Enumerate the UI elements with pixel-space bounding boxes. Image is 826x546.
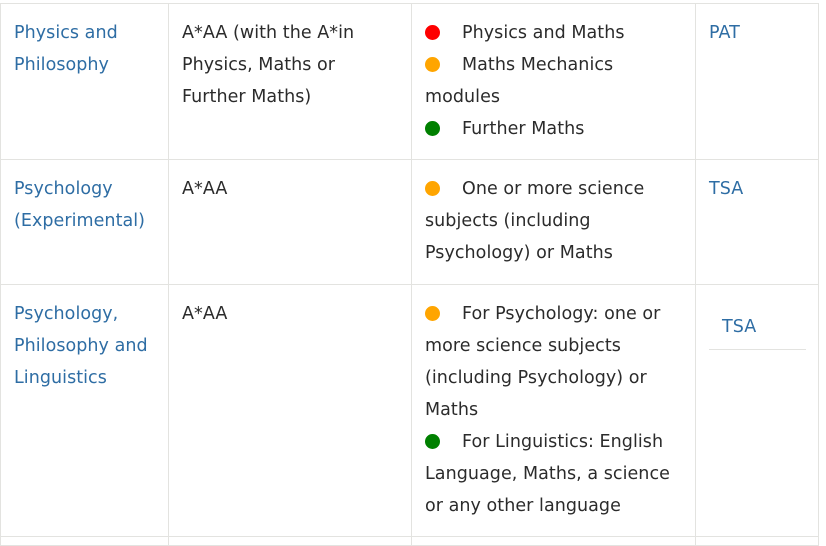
orange-dot-icon xyxy=(425,57,440,72)
admissions-requirements-table-wrapper: Physics and Philosophy A*AA (with the A*… xyxy=(0,3,819,546)
course-name-cell: Physics and Philosophy xyxy=(0,3,169,160)
grade-requirement-cell: A*AA xyxy=(168,284,412,537)
grade-requirement-cell xyxy=(168,536,412,546)
course-link-psychology-experimental[interactable]: Psychology (Experimental) xyxy=(14,179,145,231)
course-name-cell xyxy=(0,536,169,546)
grade-requirement-cell: A*AA (with the A*in Physics, Maths or Fu… xyxy=(168,3,412,160)
course-link-psychology-philosophy-and-linguistics[interactable]: Psychology, Philosophy and Linguistics xyxy=(14,304,148,388)
orange-dot-icon xyxy=(425,181,440,196)
subject-requirements-cell xyxy=(411,536,696,546)
admissions-test-link-tsa[interactable]: TSA xyxy=(709,179,743,199)
subject-requirement-text: Maths Mechanics modules xyxy=(425,55,614,107)
subject-requirement-text: For Psychology: one or more science subj… xyxy=(425,304,661,420)
course-link-physics-and-philosophy[interactable]: Physics and Philosophy xyxy=(14,23,118,75)
course-name-cell: Psychology, Philosophy and Linguistics xyxy=(0,284,169,537)
green-dot-icon xyxy=(425,121,440,136)
admissions-test-empty-segment xyxy=(709,350,806,520)
subject-requirement-text: For Linguistics: English Language, Maths… xyxy=(425,432,670,516)
admissions-test-cell: PAT xyxy=(695,3,819,160)
subject-requirements-cell: For Psychology: one or more science subj… xyxy=(411,284,696,537)
admissions-test-cell xyxy=(695,536,819,546)
admissions-test-link-pat[interactable]: PAT xyxy=(709,23,740,43)
orange-dot-icon xyxy=(425,306,440,321)
table-row-partial-next xyxy=(0,536,819,546)
subject-requirement-text: Further Maths xyxy=(462,119,585,139)
subject-requirement-text: Physics and Maths xyxy=(462,23,625,43)
subject-requirement-text: One or more science subjects (including … xyxy=(425,179,645,263)
green-dot-icon xyxy=(425,434,440,449)
subject-requirements-cell: One or more science subjects (including … xyxy=(411,159,696,285)
admissions-test-cell: TSA xyxy=(695,284,819,537)
red-dot-icon xyxy=(425,25,440,40)
subject-requirements-cell: Physics and Maths Maths Mechanics module… xyxy=(411,3,696,160)
admissions-requirements-table: Physics and Philosophy A*AA (with the A*… xyxy=(0,3,819,546)
admissions-test-link-tsa[interactable]: TSA xyxy=(722,317,756,337)
table-row: Psychology (Experimental) A*AA One or mo… xyxy=(0,159,819,285)
course-name-cell: Psychology (Experimental) xyxy=(0,159,169,285)
table-row: Physics and Philosophy A*AA (with the A*… xyxy=(0,3,819,160)
admissions-test-value: TSA xyxy=(709,298,806,350)
grade-requirement-cell: A*AA xyxy=(168,159,412,285)
admissions-test-cell: TSA xyxy=(695,159,819,285)
table-row: Psychology, Philosophy and Linguistics A… xyxy=(0,284,819,537)
